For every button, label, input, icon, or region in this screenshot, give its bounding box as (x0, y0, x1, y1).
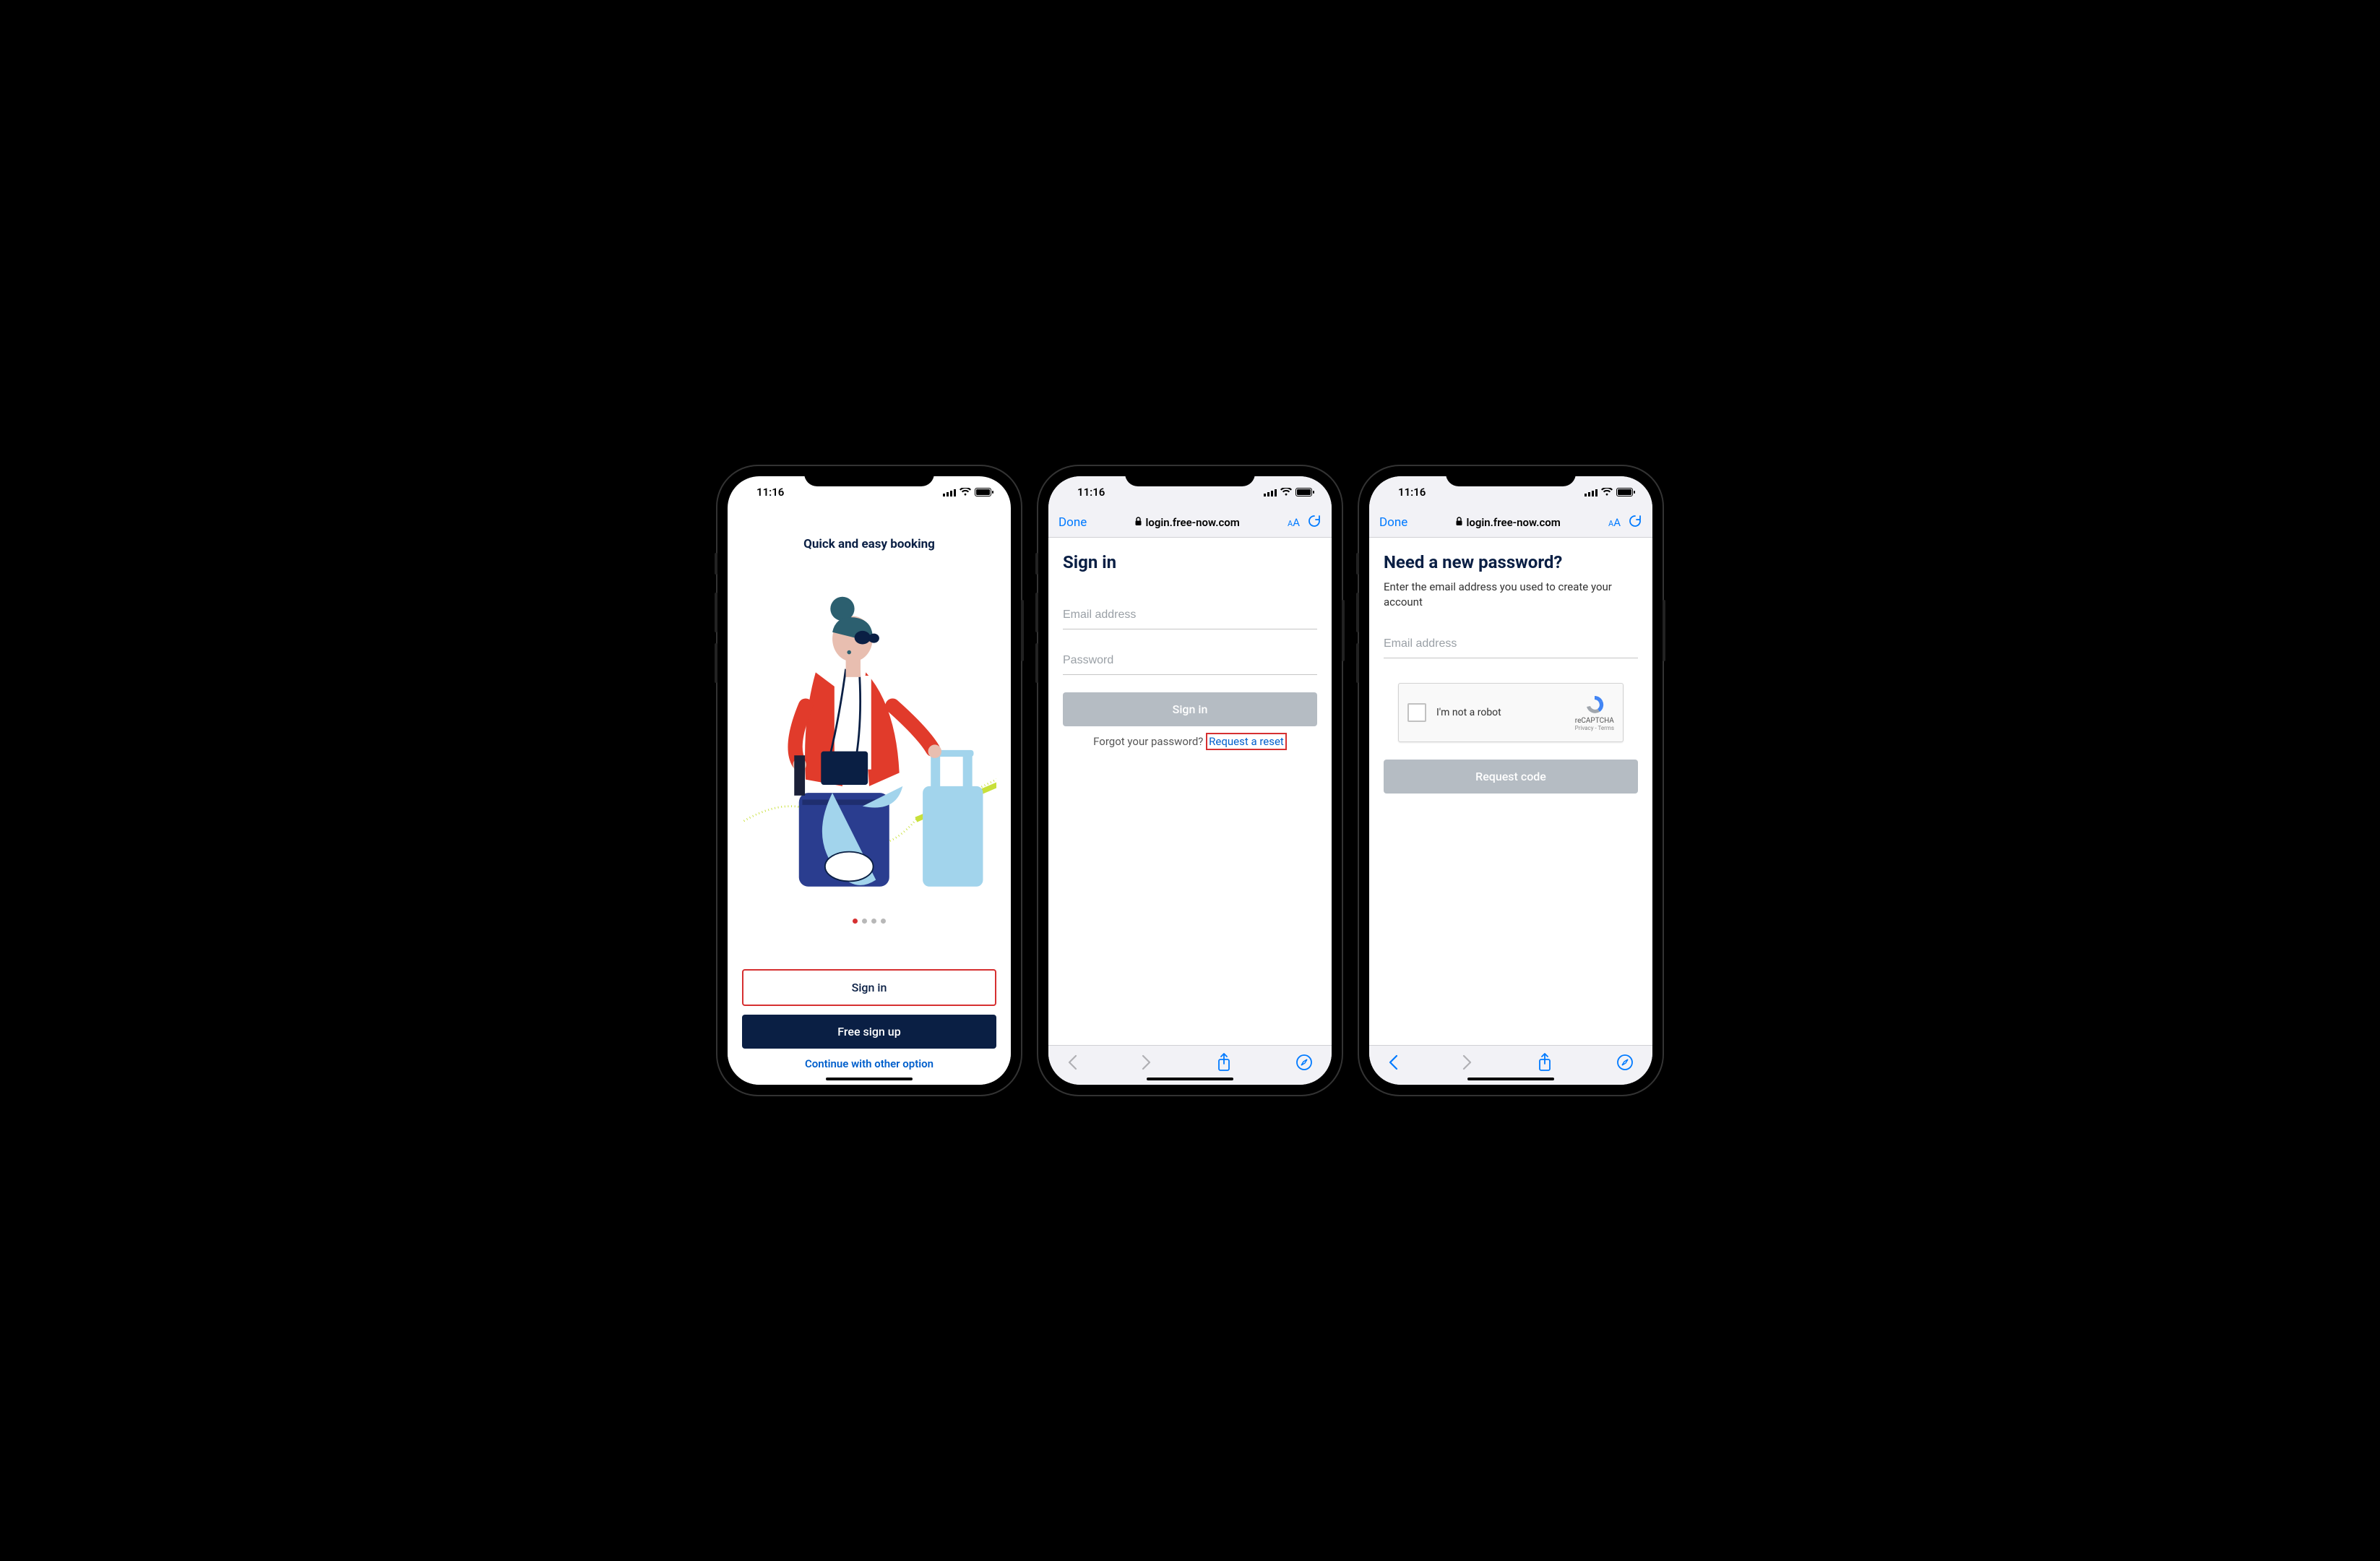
lock-icon (1455, 516, 1463, 529)
continue-other-option-link[interactable]: Continue with other option (742, 1057, 996, 1070)
request-reset-link[interactable]: Request a reset (1206, 733, 1287, 750)
welcome-title: Quick and easy booking (742, 537, 996, 551)
status-bar: 11:16 (1048, 476, 1332, 508)
home-indicator (1147, 1078, 1233, 1080)
welcome-illustration (742, 566, 996, 913)
wifi-icon (1601, 488, 1613, 496)
safari-address-bar: Done login.free-now.com AA (1369, 508, 1652, 538)
battery-icon (1616, 488, 1635, 496)
done-button[interactable]: Done (1379, 515, 1407, 530)
wifi-icon (1280, 488, 1292, 496)
recaptcha-checkbox[interactable] (1407, 703, 1426, 722)
signal-icon (1264, 489, 1277, 496)
signin-submit-button[interactable]: Sign in (1063, 692, 1317, 726)
reload-icon[interactable] (1307, 514, 1321, 531)
wifi-icon (960, 488, 971, 496)
recaptcha-widget: I'm not a robot reCAPTCHA Privacy - Term… (1398, 683, 1624, 742)
battery-icon (975, 488, 993, 496)
home-indicator (826, 1078, 913, 1080)
back-icon[interactable] (1067, 1054, 1077, 1070)
url-text: login.free-now.com (1466, 516, 1560, 529)
status-time: 11:16 (749, 486, 875, 499)
sign-in-button[interactable]: Sign in (742, 969, 996, 1006)
forward-icon[interactable] (1142, 1054, 1152, 1070)
phone-frame-1: 11:16 Quick and easy booking (717, 466, 1021, 1095)
email-field[interactable] (1384, 630, 1638, 658)
home-indicator (1467, 1078, 1554, 1080)
share-icon[interactable] (1538, 1053, 1552, 1072)
reload-icon[interactable] (1628, 514, 1642, 531)
text-size-button[interactable]: AA (1288, 516, 1300, 529)
status-bar: 11:16 (1369, 476, 1652, 508)
url-text: login.free-now.com (1145, 516, 1239, 529)
status-bar: 11:16 (728, 476, 1011, 508)
text-size-button[interactable]: AA (1608, 516, 1621, 529)
safari-compass-icon[interactable] (1616, 1054, 1634, 1071)
request-code-button[interactable]: Request code (1384, 760, 1638, 794)
done-button[interactable]: Done (1059, 515, 1087, 530)
back-icon[interactable] (1388, 1054, 1398, 1070)
battery-icon (1295, 488, 1314, 496)
lock-icon (1134, 516, 1142, 529)
reset-heading: Need a new password? (1384, 552, 1638, 572)
recaptcha-logo: reCAPTCHA Privacy - Terms (1575, 694, 1614, 731)
status-time: 11:16 (1391, 486, 1517, 499)
phone-frame-3: 11:16 Done login.free-now.com AA Need a … (1359, 466, 1663, 1095)
phone-frame-2: 11:16 Done login.free-now.com AA Sign in (1038, 466, 1342, 1095)
status-time: 11:16 (1070, 486, 1196, 499)
forgot-password-text: Forgot your password? (1093, 735, 1203, 748)
signal-icon (943, 489, 956, 496)
carousel-dots (742, 919, 996, 924)
safari-compass-icon[interactable] (1295, 1054, 1313, 1071)
forward-icon[interactable] (1462, 1054, 1473, 1070)
email-field[interactable] (1063, 601, 1317, 629)
signin-heading: Sign in (1063, 552, 1317, 572)
share-icon[interactable] (1217, 1053, 1231, 1072)
signal-icon (1584, 489, 1598, 496)
password-field[interactable] (1063, 647, 1317, 675)
reset-subtext: Enter the email address you used to crea… (1384, 580, 1638, 610)
safari-address-bar: Done login.free-now.com AA (1048, 508, 1332, 538)
free-sign-up-button[interactable]: Free sign up (742, 1015, 996, 1049)
recaptcha-label: I'm not a robot (1436, 707, 1575, 718)
